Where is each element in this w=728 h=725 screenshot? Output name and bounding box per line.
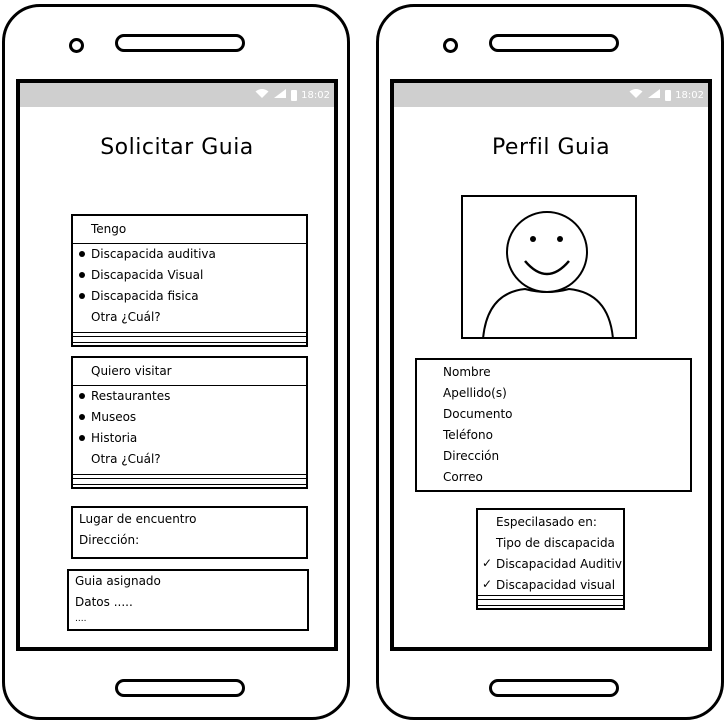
specialty-item-visual[interactable]: ✓ Discapacidad visual [482, 577, 616, 592]
specialty-header: Especilasado en: [496, 515, 597, 529]
screen-perfil-guia: 18:02 Perfil Guia Nombre Apellido(s) Doc… [390, 79, 712, 651]
wifi-icon [629, 88, 643, 102]
speaker [489, 34, 619, 52]
page-title: Perfil Guia [491, 135, 611, 160]
divider [73, 243, 306, 244]
option-label: Otra ¿Cuál? [91, 452, 161, 466]
specialty-item-label: Discapacidad visual [496, 578, 616, 592]
option-otra[interactable]: Otra ¿Cuál? [91, 310, 161, 324]
field-correo: Correo [443, 470, 483, 484]
option-restaurantes[interactable]: Restaurantes [79, 389, 171, 403]
signal-icon [273, 88, 287, 102]
option-museos[interactable]: Museos [79, 410, 137, 424]
avatar-face-icon [482, 211, 614, 337]
meeting-point-label: Lugar de encuentro [79, 512, 197, 526]
status-bar: 18:02 [394, 83, 708, 107]
checkmark-icon: ✓ [482, 577, 493, 591]
radio-bullet-icon [79, 435, 85, 441]
list-footer [73, 474, 306, 485]
home-button[interactable] [115, 679, 245, 697]
specialty-item-auditiva[interactable]: ✓ Discapacidad Auditiv [482, 556, 622, 571]
option-label: Discapacida Visual [91, 268, 204, 282]
assigned-guide-label: Guia asignado [75, 574, 161, 588]
option-auditiva[interactable]: Discapacida auditiva [79, 247, 216, 261]
visit-box-header: Quiero visitar [91, 364, 172, 378]
field-documento: Documento [443, 407, 513, 421]
option-visual[interactable]: Discapacida Visual [79, 268, 204, 282]
radio-bullet-icon [79, 293, 85, 299]
divider [73, 385, 306, 386]
signal-icon [647, 88, 661, 102]
option-label: Discapacida fisica [91, 289, 199, 303]
option-label: Museos [91, 410, 137, 424]
battery-icon [291, 89, 298, 101]
option-historia[interactable]: Historia [79, 431, 138, 445]
address-label: Dirección: [79, 533, 140, 547]
option-label: Historia [91, 431, 138, 445]
guide-photo [461, 195, 637, 339]
list-footer [73, 332, 306, 343]
specialty-item-label: Discapacidad Auditiv [496, 557, 622, 571]
field-apellidos: Apellido(s) [443, 386, 507, 400]
battery-icon [665, 89, 672, 101]
assigned-guide-box: Guia asignado Datos ..... .... [67, 569, 309, 631]
guide-data-more: .... [75, 614, 87, 624]
guide-data-label: Datos ..... [75, 595, 133, 609]
option-label: Otra ¿Cuál? [91, 310, 161, 324]
option-otra[interactable]: Otra ¿Cuál? [91, 452, 161, 466]
disability-box-header: Tengo [91, 222, 127, 236]
home-button[interactable] [489, 679, 619, 697]
camera [69, 38, 84, 53]
wifi-icon [255, 88, 269, 102]
meeting-point-box[interactable]: Lugar de encuentro Dirección: [71, 506, 308, 559]
status-time: 18:02 [675, 89, 704, 101]
visit-select-box: Quiero visitar Restaurantes Museos Histo… [71, 356, 308, 489]
field-direccion: Dirección [443, 449, 500, 463]
phone-left: 18:02 Solicitar Guia Tengo Discapacida a… [2, 4, 350, 720]
disability-select-box: Tengo Discapacida auditiva Discapacida V… [71, 214, 308, 347]
radio-bullet-icon [79, 272, 85, 278]
field-nombre: Nombre [443, 365, 491, 379]
speaker [115, 34, 245, 52]
profile-fields-box: Nombre Apellido(s) Documento Teléfono Di… [415, 358, 692, 492]
radio-bullet-icon [79, 414, 85, 420]
page-title: Solicitar Guia [100, 135, 254, 160]
option-label: Discapacida auditiva [91, 247, 216, 261]
specialty-box: Especilasado en: Tipo de discapacida ✓ D… [476, 508, 625, 610]
option-fisica[interactable]: Discapacida fisica [79, 289, 199, 303]
radio-bullet-icon [79, 393, 85, 399]
option-label: Restaurantes [91, 389, 171, 403]
camera [443, 38, 458, 53]
list-footer [478, 595, 623, 606]
status-time: 18:02 [301, 89, 330, 101]
radio-bullet-icon [79, 251, 85, 257]
specialty-subheader: Tipo de discapacida [496, 536, 615, 550]
phone-right: 18:02 Perfil Guia Nombre Apellido(s) Doc… [376, 4, 724, 720]
field-telefono: Teléfono [443, 428, 493, 442]
status-bar: 18:02 [20, 83, 334, 107]
checkmark-icon: ✓ [482, 556, 493, 570]
screen-solicitar-guia: 18:02 Solicitar Guia Tengo Discapacida a… [16, 79, 338, 651]
